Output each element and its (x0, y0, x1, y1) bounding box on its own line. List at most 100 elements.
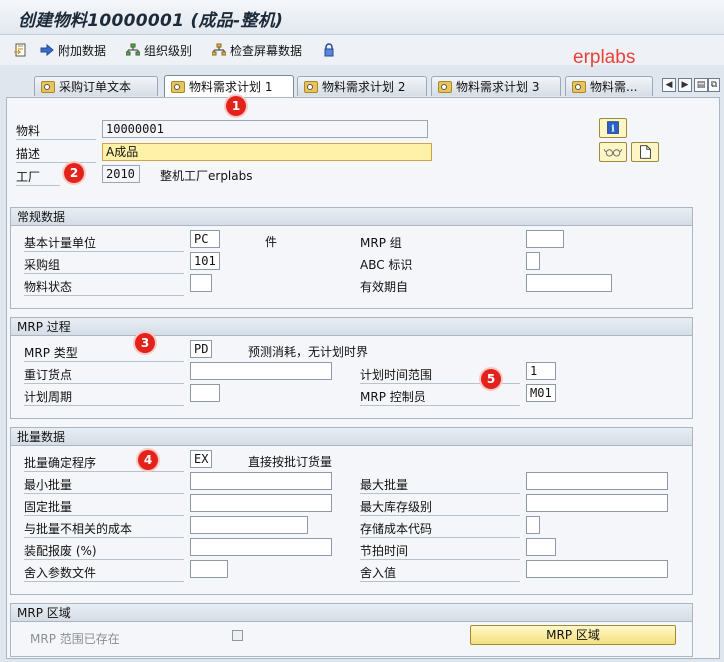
tab-label: 采购订单文本 (59, 80, 132, 94)
base-uom-label: 基本计量单位 (24, 234, 184, 252)
rounding-profile-field[interactable] (190, 560, 228, 578)
storage-cost-code-label: 存储成本代码 (360, 520, 520, 538)
annotation-badge-5: 5 (481, 369, 501, 389)
tab-left-icon[interactable]: ◀ (662, 78, 676, 92)
glasses-icon (603, 149, 623, 157)
min-lot-size-field[interactable] (190, 472, 332, 490)
mrp-procedure-header: MRP 过程 (11, 318, 692, 336)
tab-strip: 采购订单文本 物料需求计划 1 物料需求计划 2 物料需求计划 3 物料需... (0, 75, 724, 98)
mrp-area-exists-checkbox[interactable] (232, 630, 243, 641)
svg-text:i: i (611, 125, 615, 135)
rounding-value-field[interactable] (526, 560, 668, 578)
document-icon-button[interactable] (14, 41, 28, 59)
storage-cost-code-field[interactable] (526, 516, 540, 534)
mrp-group-label: MRP 组 (360, 236, 402, 250)
assembly-scrap-field[interactable] (190, 538, 332, 556)
glasses-button[interactable] (599, 142, 627, 162)
folder-icon (171, 80, 185, 93)
lot-size-procedure-label: 批量确定程序 (24, 454, 184, 472)
description-label: 描述 (16, 145, 96, 163)
lot-size-procedure-field[interactable]: EX (190, 450, 212, 468)
page-icon (640, 145, 651, 159)
lot-size-header: 批量数据 (11, 428, 692, 446)
mrp-area-header: MRP 区域 (11, 604, 692, 622)
info-button[interactable]: i (599, 118, 627, 138)
abc-indicator-label: ABC 标识 (360, 258, 413, 272)
additional-data-label: 附加数据 (58, 43, 107, 58)
tab-label: 物料需求计划 3 (456, 80, 540, 94)
mrp-controller-field[interactable]: M01 (526, 384, 556, 402)
base-uom-description: 件 (265, 235, 278, 249)
purchasing-group-field[interactable]: 101 (190, 252, 220, 270)
check-hierarchy-icon (212, 43, 226, 56)
mrp-area-exists-label: MRP 范围已存在 (30, 632, 120, 646)
material-status-label: 物料状态 (24, 278, 184, 296)
window-title: 创建物料10000001 (成品-整机) (18, 11, 284, 31)
check-screen-data-button[interactable]: 检查屏幕数据 (212, 41, 302, 59)
fixed-lot-size-label: 固定批量 (24, 498, 184, 516)
lot-independent-cost-field[interactable] (190, 516, 308, 534)
document-arrow-icon (14, 43, 26, 57)
tab-mrp1[interactable]: 物料需求计划 1 (164, 75, 294, 97)
fixed-lot-size-field[interactable] (190, 494, 332, 512)
tab-list-icon[interactable]: ▤ (694, 78, 708, 92)
assembly-scrap-label: 装配报废 (%) (24, 542, 184, 560)
folder-icon (304, 80, 318, 93)
valid-from-field[interactable] (526, 274, 612, 292)
base-uom-field[interactable]: PC (190, 230, 220, 248)
page-button[interactable] (631, 142, 659, 162)
min-lot-size-label: 最小批量 (24, 476, 184, 494)
tab-mrp3[interactable]: 物料需求计划 3 (431, 76, 561, 96)
plant-label: 工厂 (16, 168, 60, 186)
mrp-group-field[interactable] (526, 230, 564, 248)
planning-cycle-field[interactable] (190, 384, 220, 402)
lock-button[interactable] (322, 41, 336, 59)
tab-label: 物料需求计划 2 (322, 80, 406, 94)
takt-time-field[interactable] (526, 538, 556, 556)
reorder-point-label: 重订货点 (24, 366, 184, 384)
hierarchy-icon (126, 43, 140, 56)
max-stock-level-field[interactable] (526, 494, 668, 512)
annotation-badge-1: 1 (226, 96, 246, 116)
planning-horizon-field[interactable]: 1 (526, 362, 556, 380)
folder-icon (41, 80, 55, 93)
info-icon: i (607, 121, 619, 135)
mrp-area-button[interactable]: MRP 区域 (470, 625, 676, 645)
annotation-badge-4: 4 (138, 450, 158, 470)
reorder-point-field[interactable] (190, 362, 332, 380)
planning-cycle-label: 计划周期 (24, 388, 184, 406)
max-lot-size-field[interactable] (526, 472, 668, 490)
plant-field[interactable]: 2010 (102, 165, 140, 183)
title-bar: 创建物料10000001 (成品-整机) (0, 0, 724, 35)
abc-indicator-field[interactable] (526, 252, 540, 270)
material-label: 物料 (16, 122, 96, 140)
max-stock-level-label: 最大库存级别 (360, 498, 520, 516)
takt-time-label: 节拍时间 (360, 542, 520, 560)
tab-po-text[interactable]: 采购订单文本 (34, 76, 158, 96)
valid-from-label: 有效期自 (360, 280, 409, 294)
additional-data-button[interactable]: 附加数据 (40, 41, 106, 59)
brand-watermark: erplabs (573, 47, 636, 68)
max-lot-size-label: 最大批量 (360, 476, 520, 494)
purchasing-group-label: 采购组 (24, 256, 184, 274)
folder-icon (572, 80, 586, 93)
mrp-controller-label: MRP 控制员 (360, 388, 520, 406)
description-field[interactable]: A成品 (102, 143, 432, 161)
mrp-type-field[interactable]: PD (190, 340, 212, 358)
tab-mrp2[interactable]: 物料需求计划 2 (297, 76, 427, 96)
tab-label: 物料需... (590, 80, 638, 94)
annotation-badge-3: 3 (135, 333, 155, 353)
tab-label: 物料需求计划 1 (189, 80, 273, 94)
lot-size-procedure-description: 直接按批订货量 (248, 455, 333, 469)
org-levels-button[interactable]: 组织级别 (126, 41, 192, 59)
org-levels-label: 组织级别 (144, 43, 193, 58)
material-status-field[interactable] (190, 274, 212, 292)
tab-right-icon[interactable]: ▶ (678, 78, 692, 92)
mrp-type-label: MRP 类型 (24, 344, 184, 362)
folder-icon (438, 80, 452, 93)
plant-description: 整机工厂erplabs (160, 169, 253, 183)
material-field[interactable]: 10000001 (102, 120, 428, 138)
mrp-type-description: 预测消耗，无计划时界 (248, 345, 369, 359)
tab-menu-icon[interactable]: ⧉ (708, 78, 720, 92)
tab-mrp4[interactable]: 物料需... (565, 76, 653, 96)
